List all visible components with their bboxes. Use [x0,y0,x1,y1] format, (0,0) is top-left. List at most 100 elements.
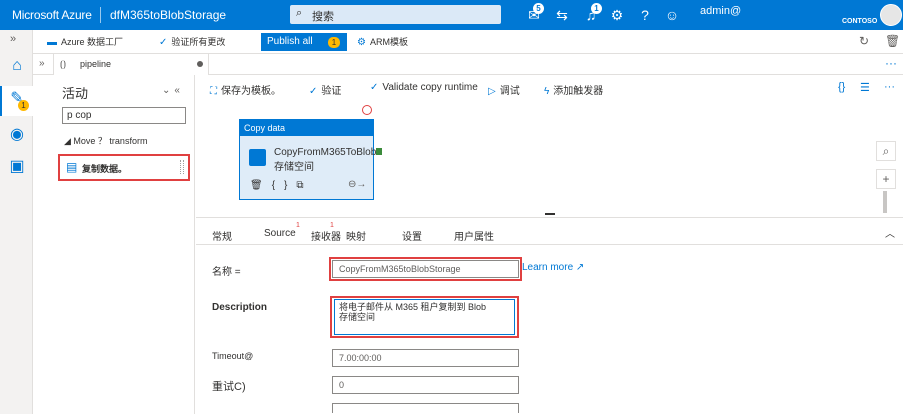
help-icon[interactable]: ? [636,6,654,24]
save-template-label: 保存为模板。 [221,86,281,97]
check-icon: ✓ [370,82,379,93]
factory-icon: ▬ [47,37,57,48]
publish-all-button[interactable]: Publish all 1 [261,33,347,51]
retry-label: 重试C) [212,381,246,393]
more-options-icon[interactable]: ··· [884,81,895,93]
description-line1: 将电子邮件从 M365 租户复制到 Blob [339,302,487,312]
check-icon: ✓ [159,37,168,48]
sink-error-badge: 1 [330,222,334,229]
pipeline-canvas[interactable]: Copy data CopyFromM365ToBlob 存储空间 🗑{}⧉ ⊖… [196,101,903,216]
validate-button[interactable]: ✓ 验证 [309,82,341,97]
monitor-icon[interactable]: ◉ [6,124,28,146]
success-output-handle[interactable] [376,148,382,155]
notifications-badge: 5 [533,3,544,14]
tab-mapping[interactable]: 映射 [346,228,366,243]
node-name-line1: CopyFromM365ToBlob [274,147,377,158]
arm-icon: ⚙ [357,37,366,48]
brand-separator [100,7,101,23]
description-textarea[interactable]: 将电子邮件从 M365 租户复制到 Blob 存储空间 [334,299,515,335]
zoom-in-icon[interactable]: + [876,169,896,189]
collapse-all-icon[interactable]: ⌄« [162,85,184,96]
user-name: admin@ [700,5,742,17]
timeout-label: Timeout@ [212,351,254,361]
adf-button[interactable]: ▬ Azure 数据工厂 [47,35,123,48]
zoom-search-icon[interactable]: ⌕ [876,141,896,161]
timeout-input[interactable]: 7.00:00:00 [332,349,519,367]
toolbox-icon[interactable]: ▣ [6,156,28,178]
expand-rail-icon[interactable]: » [10,33,16,45]
activities-filter-input[interactable]: p cop [62,107,186,124]
node-name-line2: 存储空间 [274,162,314,173]
editor-tabs: » ⟮⟯ pipeline ··· [33,54,903,75]
tab-sink[interactable]: 接收器 [311,228,341,243]
more-icon[interactable]: ··· [885,56,897,70]
directory-icon[interactable]: ⇆ [553,6,571,24]
arm-template-label: ARM模板 [369,37,408,47]
tab-pipeline-label: pipeline [80,59,112,69]
refresh-icon[interactable]: ↻ [859,34,869,48]
collapse-panel-icon[interactable]: ︿ [885,225,895,240]
activity-copy-data[interactable]: ▤ 复制数据。 [58,154,190,181]
error-circle [362,105,372,115]
retry-interval-input[interactable] [332,403,519,413]
properties-icon[interactable]: ☰ [860,81,870,94]
node-header: Copy data [240,120,373,136]
adf-label: Azure 数据工厂 [61,37,124,47]
description-line2: 存储空间 [339,312,376,322]
code-icon[interactable]: {} [838,81,845,93]
general-form: 名称 = CopyFromM365toBlobStorage Learn mor… [196,245,903,414]
learn-more-link[interactable]: Learn more ↗ [522,262,584,273]
template-icon: ⛶ [210,86,217,97]
search-box[interactable]: ⌕ 搜索 [290,5,501,24]
alerts-badge: 1 [591,3,602,14]
panel-splitter[interactable] [545,213,555,215]
azure-brand[interactable]: Microsoft Azure [12,8,92,22]
tab-source[interactable]: Source [264,228,296,239]
tab-settings[interactable]: 设置 [402,228,422,243]
validate-label: 验证 [321,86,342,97]
copy-data-icon: ▤ [66,160,78,174]
add-trigger-button[interactable]: ϟ 添加触发器 [544,82,603,97]
user-account[interactable]: admin@ CONTOSO [700,5,877,25]
validate-copy-runtime-button[interactable]: ✓ Validate copy runtime [370,82,478,93]
lightning-icon: ϟ [544,86,550,97]
activity-group-move-transform[interactable]: ◢ Move ？ transform [64,134,147,147]
source-error-badge: 1 [296,222,300,229]
name-label: 名称 = [212,267,241,278]
home-icon[interactable]: ⌂ [6,55,28,77]
publish-all-label: Publish all [267,36,313,47]
copy-data-activity-node[interactable]: Copy data CopyFromM365ToBlob 存储空间 🗑{}⧉ ⊖… [239,119,382,200]
add-trigger-label: 添加触发器 [553,86,604,97]
feedback-icon[interactable]: ☺ [663,6,681,24]
pipeline-toolbar: ⛶ 保存为模板。 ✓ 验证 ✓ Validate copy runtime ▷ 调试 ϟ… [196,77,903,101]
tab-pipeline[interactable]: ⟮⟯ pipeline [53,54,209,75]
tab-user-properties[interactable]: 用户属性 [454,228,494,243]
play-icon: ▷ [488,86,496,97]
copy-data-icon [249,149,266,166]
name-input[interactable]: CopyFromM365toBlobStorage [332,260,519,278]
check-icon: ✓ [309,86,318,97]
go-icon[interactable]: ⊖→ [348,179,366,190]
properties-tabs: 常规 Source 1 接收器 1 映射 设置 用户属性 ︿ [196,217,903,247]
arm-template-button[interactable]: ⚙ ARM模板 [357,35,408,48]
pipeline-icon: ⟮⟯ [60,59,66,69]
avatar[interactable] [880,4,902,26]
canvas-scrollbar[interactable] [883,191,887,213]
drag-handle-icon[interactable] [180,160,184,174]
gear-icon[interactable]: ⚙ [608,6,626,24]
top-bar: Microsoft Azure dfM365toBlobStorage ⌕ 搜索… [0,0,903,30]
validate-copy-runtime-label: Validate copy runtime [382,82,478,93]
discard-icon[interactable]: 🗑 [885,34,900,48]
search-placeholder: 搜索 [312,11,334,23]
retry-input[interactable]: 0 [332,376,519,394]
activities-panel: 活动 ⌄« p cop ◢ Move ？ transform ▤ 复制数据。 [52,75,195,414]
left-rail: » ⌂ ✎ 1 ◉ ▣ [0,30,33,414]
collapse-resources-icon[interactable]: » [39,58,45,69]
validate-all-button[interactable]: ✓ 验证所有更改 [159,35,225,48]
save-template-button[interactable]: ⛶ 保存为模板。 [210,82,281,97]
debug-label: 调试 [499,86,520,97]
node-actions[interactable]: 🗑{}⧉ [250,180,313,191]
org-name: CONTOSO [842,18,878,25]
debug-button[interactable]: ▷ 调试 [488,82,520,97]
factory-name[interactable]: dfM365toBlobStorage [110,8,226,22]
